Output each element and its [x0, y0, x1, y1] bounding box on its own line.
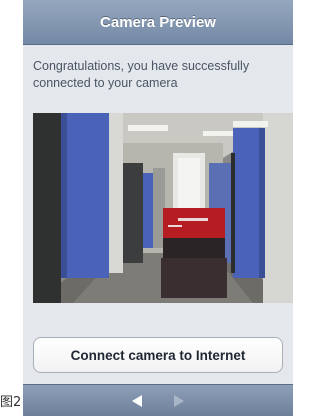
- page: 图2 Camera Preview Congratulations, you h…: [0, 0, 293, 416]
- right-arrow-icon: [174, 395, 184, 407]
- page-title: Camera Preview: [100, 13, 216, 31]
- figure-caption: 图2: [0, 395, 22, 410]
- phone-screen: Camera Preview Congratulations, you have…: [23, 0, 293, 416]
- back-arrow-button[interactable]: [127, 391, 147, 411]
- connect-camera-button[interactable]: Connect camera to Internet: [33, 337, 283, 373]
- navigation-bar: Camera Preview: [23, 0, 293, 45]
- camera-preview-image: [33, 113, 293, 303]
- camera-preview: [33, 113, 293, 303]
- bottom-toolbar: [23, 384, 293, 416]
- forward-arrow-button[interactable]: [169, 391, 189, 411]
- left-arrow-icon: [132, 395, 142, 407]
- success-message: Congratulations, you have successfully c…: [33, 59, 250, 90]
